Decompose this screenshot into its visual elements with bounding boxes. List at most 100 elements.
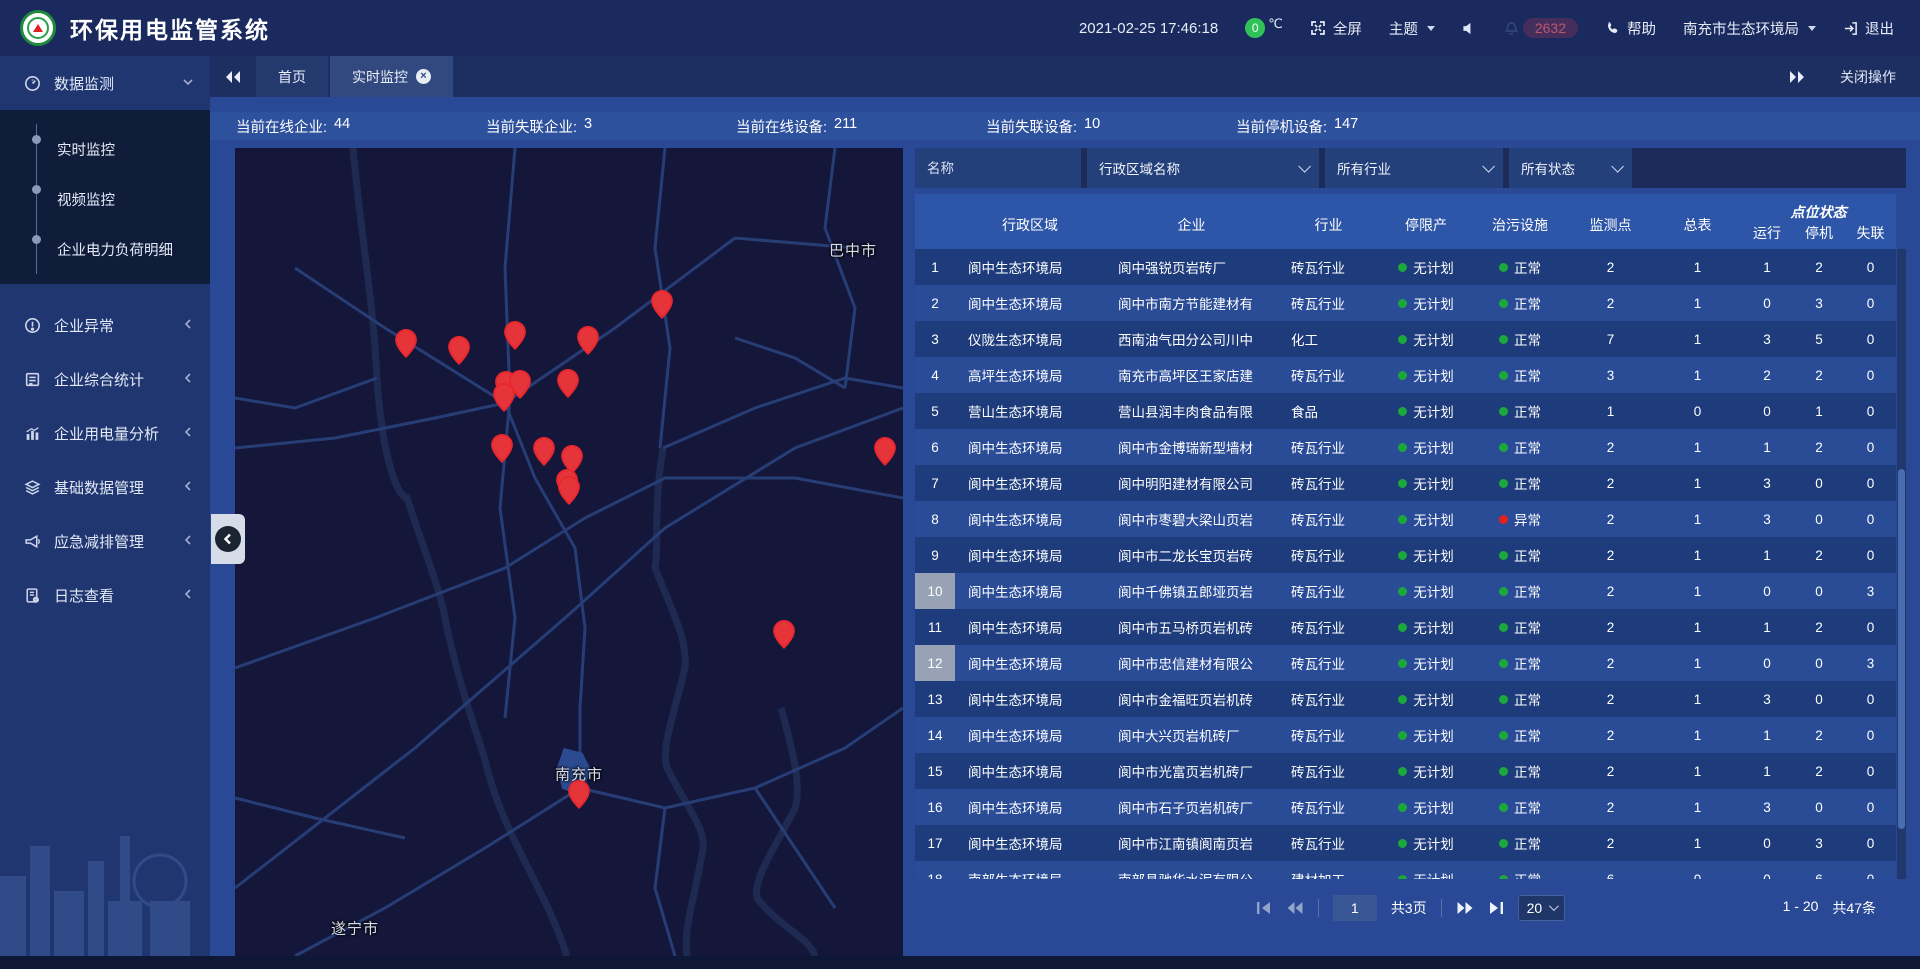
industry-select[interactable]: 所有行业 xyxy=(1325,148,1503,188)
map-pin-icon[interactable] xyxy=(568,780,590,814)
cell-monitor: 2 xyxy=(1567,249,1654,285)
chevron-down-icon xyxy=(1298,160,1311,173)
table-row[interactable]: 10 阆中生态环境局 阆中千佛镇五郎垭页岩 砖瓦行业 无计划 正常 xyxy=(915,573,1896,609)
cell-production: 无计划 xyxy=(1379,393,1473,429)
cell-meter: 1 xyxy=(1654,681,1741,717)
table-row[interactable]: 12 阆中生态环境局 阆中市忠信建材有限公 砖瓦行业 无计划 正常 xyxy=(915,645,1896,681)
table-row[interactable]: 11 阆中生态环境局 阆中市五马桥页岩机砖 砖瓦行业 无计划 正常 xyxy=(915,609,1896,645)
map-pin-icon[interactable] xyxy=(533,437,555,471)
sidebar-item-log-view[interactable]: 日志查看 xyxy=(0,568,210,622)
tab-close-icon[interactable]: × xyxy=(416,69,431,84)
stat-item: 当前停机设备: 147 xyxy=(1236,116,1486,137)
production-status: 无计划 xyxy=(1413,473,1454,493)
name-search-input[interactable] xyxy=(915,148,1081,188)
table-row[interactable]: 2 阆中生态环境局 阆中市南方节能建材有 砖瓦行业 无计划 正常 xyxy=(915,285,1896,321)
last-page-button[interactable] xyxy=(1488,901,1504,915)
facility-status: 正常 xyxy=(1514,689,1541,709)
cell-company: 阆中市南方节能建材有 xyxy=(1105,285,1278,321)
facility-status: 正常 xyxy=(1514,401,1541,421)
status-dot-icon xyxy=(1499,803,1508,812)
close-operations[interactable]: 关闭操作 xyxy=(1788,56,1920,97)
cell-region: 阆中生态环境局 xyxy=(955,285,1105,321)
map-pin-icon[interactable] xyxy=(651,290,673,324)
sidebar-item-emergency-reduction[interactable]: 应急减排管理 xyxy=(0,514,210,568)
next-page-button[interactable] xyxy=(1456,901,1474,915)
production-status: 无计划 xyxy=(1413,581,1454,601)
map-pin-icon[interactable] xyxy=(448,336,470,370)
table-row[interactable]: 17 阆中生态环境局 阆中市江南镇阆南页岩 砖瓦行业 无计划 正常 xyxy=(915,825,1896,861)
sidebar-collapse-button[interactable] xyxy=(211,514,245,564)
map[interactable]: 巴中市 南充市 遂宁市 xyxy=(235,148,903,956)
map-pin-icon[interactable] xyxy=(557,369,579,403)
cell-index: 2 xyxy=(915,285,955,321)
status-select[interactable]: 所有状态 xyxy=(1509,148,1632,188)
sidebar-item-enterprise-stats[interactable]: 企业综合统计 xyxy=(0,352,210,406)
cell-company: 阆中市光富页岩机砖厂 xyxy=(1105,753,1278,789)
cell-facility: 正常 xyxy=(1473,321,1567,357)
table-scrollbar[interactable] xyxy=(1897,249,1906,879)
cell-company: 阆中市枣碧大梁山页岩 xyxy=(1105,501,1278,537)
map-pin-icon[interactable] xyxy=(773,620,795,654)
map-pin-icon[interactable] xyxy=(395,329,417,363)
cell-running: 1 xyxy=(1741,537,1793,573)
table-row[interactable]: 5 营山生态环境局 营山县润丰肉食品有限 食品 无计划 正常 1 xyxy=(915,393,1896,429)
table-row[interactable]: 15 阆中生态环境局 阆中市光富页岩机砖厂 砖瓦行业 无计划 正常 xyxy=(915,753,1896,789)
cell-running: 3 xyxy=(1741,789,1793,825)
sidebar-item-power-load-detail[interactable]: 企业电力负荷明细 xyxy=(0,224,210,274)
first-page-button[interactable] xyxy=(1256,901,1272,915)
logout-button[interactable]: 退出 xyxy=(1843,18,1894,39)
cell-meter: 1 xyxy=(1654,465,1741,501)
tab-home[interactable]: 首页 xyxy=(256,56,328,97)
production-status: 无计划 xyxy=(1413,653,1454,673)
sidebar-item-enterprise-abnormal[interactable]: 企业异常 xyxy=(0,298,210,352)
cell-running: 0 xyxy=(1741,285,1793,321)
cell-stopped: 0 xyxy=(1793,501,1845,537)
notifications[interactable]: 2632 xyxy=(1504,18,1578,38)
org-dropdown[interactable]: 南充市生态环境局 xyxy=(1683,18,1816,39)
cell-production: 无计划 xyxy=(1379,537,1473,573)
map-pin-icon[interactable] xyxy=(558,476,580,510)
map-pin-icon[interactable] xyxy=(504,321,526,355)
map-pin-icon[interactable] xyxy=(577,326,599,360)
cell-company: 阆中千佛镇五郎垭页岩 xyxy=(1105,573,1278,609)
table-row[interactable]: 6 阆中生态环境局 阆中市金博瑞新型墙材 砖瓦行业 无计划 正常 xyxy=(915,429,1896,465)
page-size-select[interactable]: 20 xyxy=(1518,895,1566,921)
map-pin-icon[interactable] xyxy=(491,434,513,468)
table-row[interactable]: 14 阆中生态环境局 阆中大兴页岩机砖厂 砖瓦行业 无计划 正常 xyxy=(915,717,1896,753)
table-row[interactable]: 9 阆中生态环境局 阆中市二龙长宝页岩砖 砖瓦行业 无计划 正常 xyxy=(915,537,1896,573)
sidebar-item-power-analysis[interactable]: 企业用电量分析 xyxy=(0,406,210,460)
map-pin-icon[interactable] xyxy=(874,437,896,471)
table-row[interactable]: 13 阆中生态环境局 阆中市金福旺页岩机砖 砖瓦行业 无计划 正常 xyxy=(915,681,1896,717)
table-row[interactable]: 1 阆中生态环境局 阆中强锐页岩砖厂 砖瓦行业 无计划 正常 2 xyxy=(915,249,1896,285)
cell-production: 无计划 xyxy=(1379,609,1473,645)
theme-dropdown[interactable]: 主题 xyxy=(1389,18,1435,39)
sidebar-item-video-monitor[interactable]: 视频监控 xyxy=(0,174,210,224)
table-row[interactable]: 18 南部生态环境局 南部县驰华水泥有限公 建材加工 无计划 正常 xyxy=(915,861,1896,879)
status-dot-icon xyxy=(1398,551,1407,560)
status-dot-icon xyxy=(1398,263,1407,272)
sidebar-item-base-data[interactable]: 基础数据管理 xyxy=(0,460,210,514)
scrollbar-thumb[interactable] xyxy=(1898,469,1905,829)
mute-button[interactable] xyxy=(1462,21,1477,36)
tabs-scroll-left-button[interactable] xyxy=(210,56,256,97)
double-chevron-right-icon xyxy=(1788,70,1806,84)
cell-lost: 0 xyxy=(1845,753,1896,789)
table-row[interactable]: 16 阆中生态环境局 阆中市石子页岩机砖厂 砖瓦行业 无计划 正常 xyxy=(915,789,1896,825)
table-row[interactable]: 4 高坪生态环境局 南充市高坪区王家店建 砖瓦行业 无计划 正常 xyxy=(915,357,1896,393)
cell-lost: 0 xyxy=(1845,249,1896,285)
sidebar-item-realtime-monitor[interactable]: 实时监控 xyxy=(0,124,210,174)
table-row[interactable]: 8 阆中生态环境局 阆中市枣碧大梁山页岩 砖瓦行业 无计划 异常 xyxy=(915,501,1896,537)
help-button[interactable]: 帮助 xyxy=(1605,18,1656,39)
prev-page-button[interactable] xyxy=(1286,901,1304,915)
cell-index: 11 xyxy=(915,609,955,645)
fullscreen-button[interactable]: 全屏 xyxy=(1310,18,1362,39)
sidebar-item-data-monitor[interactable]: 数据监测 xyxy=(0,56,210,110)
fullscreen-icon xyxy=(1310,20,1326,36)
page-number-input[interactable] xyxy=(1333,895,1377,921)
table-row[interactable]: 7 阆中生态环境局 阆中明阳建材有限公司 砖瓦行业 无计划 正常 xyxy=(915,465,1896,501)
tab-realtime-monitor[interactable]: 实时监控 × xyxy=(330,56,453,97)
stat-label: 当前在线设备: xyxy=(736,116,827,137)
table-row[interactable]: 3 仪陇生态环境局 西南油气田分公司川中 化工 无计划 正常 7 xyxy=(915,321,1896,357)
region-select[interactable]: 行政区域名称 xyxy=(1087,148,1319,188)
map-pin-icon[interactable] xyxy=(493,383,515,417)
